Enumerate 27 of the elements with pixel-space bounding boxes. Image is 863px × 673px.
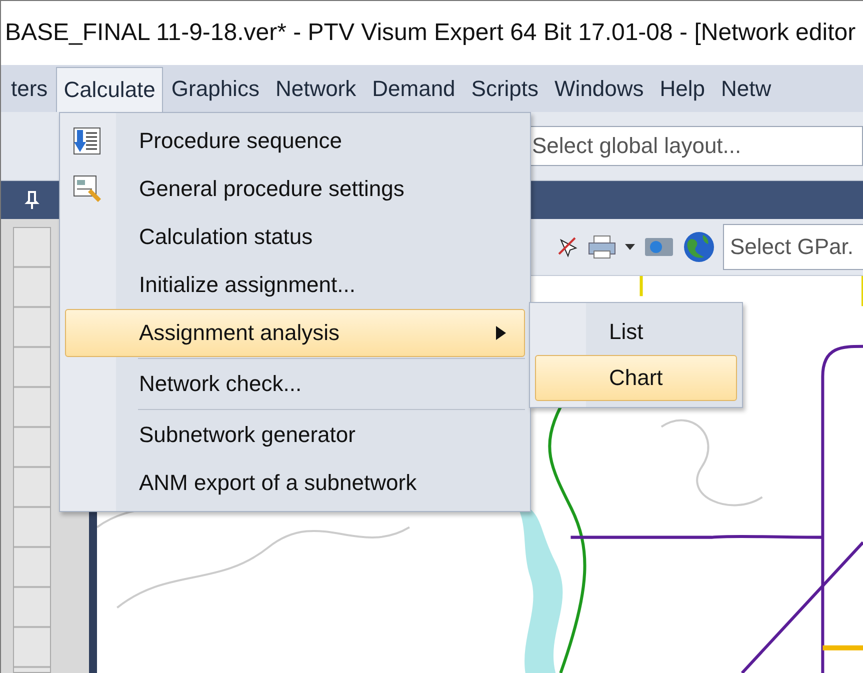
menu-bar-item[interactable]: Scripts: [463, 65, 547, 112]
menu-item[interactable]: Procedure sequence: [65, 117, 525, 165]
menu-item[interactable]: Calculation status: [65, 213, 525, 261]
menu-item[interactable]: Chart: [535, 355, 737, 401]
gpar-field[interactable]: Select GPar.: [723, 224, 863, 270]
menu-bar-item[interactable]: Help: [652, 65, 714, 112]
globe-icon[interactable]: [683, 231, 715, 263]
menu-item[interactable]: List: [535, 309, 737, 355]
dropdown-arrow-icon[interactable]: [625, 244, 635, 250]
menu-bar-item[interactable]: Network: [267, 65, 364, 112]
menu-item[interactable]: ANM export of a subnetwork: [65, 459, 525, 507]
menu-item[interactable]: Network check...: [65, 360, 525, 408]
menu-item[interactable]: Subnetwork generator: [65, 411, 525, 459]
menu-bar-item[interactable]: Graphics: [163, 65, 268, 112]
menu-item[interactable]: Initialize assignment...: [65, 261, 525, 309]
menu-bar-item[interactable]: ters: [3, 65, 56, 112]
menu-item[interactable]: General procedure settings: [65, 165, 525, 213]
window-title: BASE_FINAL 11-9-18.ver* - PTV Visum Expert 64 Bit 17.01-08 - [Network editor: [5, 19, 856, 47]
list-icon: [72, 126, 102, 156]
cursor-icon: [557, 236, 579, 258]
menu-item[interactable]: Assignment analysis: [65, 309, 525, 357]
printer-icon[interactable]: [587, 234, 617, 260]
menu-bar-item[interactable]: Demand: [364, 65, 464, 112]
menu-bar-item[interactable]: Windows: [546, 65, 652, 112]
menu-bar-item[interactable]: Calculate: [56, 67, 164, 112]
menu-bar-item[interactable]: Netw: [713, 65, 780, 112]
settings-icon: [72, 174, 102, 204]
